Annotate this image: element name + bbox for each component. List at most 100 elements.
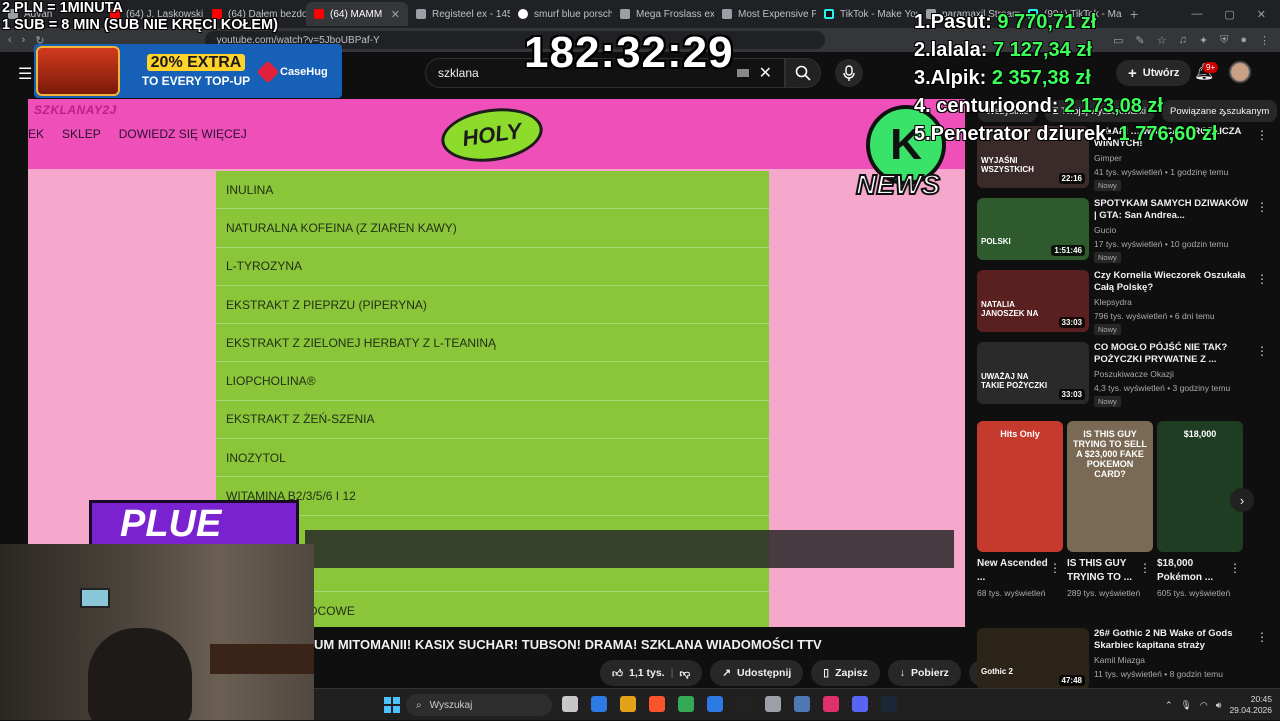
- taskbar-app-icon[interactable]: [881, 696, 897, 712]
- taskbar-app-icon[interactable]: [823, 696, 839, 712]
- volume-icon[interactable]: 🔊︎: [1216, 700, 1222, 711]
- thumbnail-caption: WYJAŚNI WSZYSTKICH: [981, 156, 1034, 174]
- video-duration: 33:03: [1058, 389, 1085, 400]
- leaderboard-row: 2.lalala: 7 127,34 zł: [914, 36, 1280, 64]
- browser-tab[interactable]: Most Expensive Pok: [714, 2, 816, 26]
- share-button[interactable]: ↗ Udostępnij: [710, 660, 804, 686]
- new-badge: Nowy: [1094, 396, 1121, 407]
- shorts-shelf: Hits Only New Ascended ... 68 tys. wyświet…: [977, 421, 1257, 621]
- browser-tab[interactable]: Registeel ex - 145/: [408, 2, 510, 26]
- short-title[interactable]: New Ascended ...: [977, 557, 1051, 585]
- download-button[interactable]: ↓ Pobierz: [887, 660, 961, 686]
- tab-label: (64) MAMM: [330, 8, 383, 20]
- short-thumbnail[interactable]: Hits Only: [977, 421, 1063, 552]
- leaderboard-name: 1.Pasut:: [914, 11, 992, 33]
- video-title: CO MOGŁO PÓJŚĆ NIE TAK? POŻYCZKI PRYWATN…: [1094, 342, 1228, 365]
- more-options-icon[interactable]: ⋮: [1256, 200, 1268, 214]
- taskbar-app-icon[interactable]: [620, 696, 636, 712]
- recommendation-item[interactable]: POLSKI 1:51:46 SPOTYKAM SAMYCH DZIWAKÓW | …: [977, 198, 1272, 263]
- shorts-next-button[interactable]: ›: [1230, 488, 1254, 512]
- video-thumbnail[interactable]: POLSKI 1:51:46: [977, 198, 1089, 260]
- voice-search-button[interactable]: [835, 59, 863, 87]
- donation-leaderboard: 1.Pasut: 9 770,71 zł 2.lalala: 7 127,34 z…: [914, 8, 1280, 148]
- webcam-table: [210, 644, 314, 674]
- mic-icon[interactable]: 🎙︎: [1180, 700, 1191, 711]
- tab-label: Most Expensive Pok: [738, 8, 816, 20]
- thumbs-down-icon[interactable]: 👎︎: [680, 667, 691, 680]
- video-title-text: UM MITOMANII! KASIX SUCHAR! TUBSON! DRAM…: [314, 636, 822, 652]
- clock[interactable]: 20:45 29.04.2026: [1229, 694, 1272, 716]
- browser-tab[interactable]: TikTok - Make Your: [816, 2, 918, 26]
- leaderboard-amount: 9 770,71 zł: [997, 11, 1097, 33]
- search-icon: [795, 65, 811, 81]
- more-options-icon[interactable]: ⋮: [1256, 272, 1268, 286]
- short-thumbnail[interactable]: $18,000: [1157, 421, 1243, 552]
- taskbar-app-icon[interactable]: [649, 696, 665, 712]
- clear-search-icon[interactable]: ✕: [759, 63, 772, 83]
- more-options-icon[interactable]: ⋮: [1256, 344, 1268, 358]
- video-thumbnail[interactable]: NATALIA JANOSZEK NA 33:03: [977, 270, 1089, 332]
- more-options-icon[interactable]: ⋮: [1049, 561, 1061, 575]
- more-options-icon[interactable]: ⋮: [1256, 630, 1268, 644]
- like-count: 1,1 tys.: [628, 667, 665, 679]
- video-thumbnail[interactable]: Gothic 2 47:48: [977, 628, 1089, 690]
- hamburger-menu-icon[interactable]: ☰: [18, 64, 32, 84]
- video-site-nav-item: EK: [28, 127, 45, 141]
- recommendation-item[interactable]: Gothic 2 47:48 26# Gothic 2 NB Wake of God…: [977, 628, 1272, 692]
- browser-tab[interactable]: Mega Froslass ex -: [612, 2, 714, 26]
- casehug-brand-name: CaseHug: [280, 66, 328, 78]
- chevron-up-icon[interactable]: ⌃: [1165, 700, 1173, 711]
- keyboard-icon[interactable]: [736, 69, 749, 77]
- browser-tab[interactable]: (64) MAMM ✕: [306, 2, 408, 26]
- video-meta: 17 tys. wyświetleń • 10 godzin temu: [1094, 239, 1229, 249]
- promo-percent: 20% EXTRA: [146, 54, 246, 71]
- taskbar-app-icon[interactable]: [707, 696, 723, 712]
- video-meta: 796 tys. wyświetleń • 6 dni temu: [1094, 311, 1215, 321]
- video-site-nav-item: DOWIEDZ SIĘ WIĘCEJ: [118, 127, 247, 141]
- recommendation-item[interactable]: UWAŻAJ NA TAKIE POŻYCZKI 33:03 CO MOGŁO PÓ…: [977, 342, 1272, 407]
- bookmark-icon: ▯: [823, 667, 830, 679]
- forward-icon[interactable]: ›: [22, 34, 26, 46]
- video-site-brand: SZKLANAY2J: [34, 103, 117, 117]
- like-button[interactable]: 👍︎ 1,1 tys. | 👎︎: [600, 660, 703, 686]
- taskbar-app-icon[interactable]: [765, 696, 781, 712]
- video-thumbnail[interactable]: UWAŻAJ NA TAKIE POŻYCZKI 33:03: [977, 342, 1089, 404]
- taskbar-app-icon[interactable]: [736, 696, 752, 712]
- video-actions: 👍︎ 1,1 tys. | 👎︎ ↗ Udostępnij ▯ Zapisz ↓ Pobie…: [600, 660, 995, 686]
- download-icon: ↓: [899, 667, 905, 679]
- browser-tab[interactable]: smurf blue porsche: [510, 2, 612, 26]
- channel-name[interactable]: Gimper: [1094, 153, 1249, 163]
- short-title[interactable]: IS THIS GUY TRYING TO ...: [1067, 557, 1141, 585]
- leaderboard-amount: 2 173,08 zł: [1064, 95, 1163, 117]
- webcam-monitor: [80, 588, 110, 608]
- ingredient-row: LIOPCHOLINA®: [216, 362, 769, 401]
- more-options-icon[interactable]: ⋮: [1139, 561, 1151, 575]
- channel-name[interactable]: Klepsydra: [1094, 297, 1249, 307]
- video-title: UM MITOMANII! KASIX SUCHAR! TUBSON! DRAM…: [314, 630, 965, 658]
- save-button[interactable]: ▯ Zapisz: [811, 660, 880, 686]
- close-tab-icon[interactable]: ✕: [391, 8, 400, 21]
- search-button[interactable]: [785, 58, 821, 88]
- channel-name[interactable]: Poszukiwacze Okazji: [1094, 369, 1249, 379]
- channel-name[interactable]: Kamil Miazga: [1094, 655, 1249, 665]
- windows-start-icon[interactable]: [384, 697, 400, 713]
- short-thumbnail[interactable]: IS THIS GUY TRYING TO SELL A $23,000 FAK…: [1067, 421, 1153, 552]
- leaderboard-row: 3.Alpik: 2 357,38 zł: [914, 64, 1280, 92]
- taskbar-app-icon[interactable]: [591, 696, 607, 712]
- taskbar-search[interactable]: ⌕ Wyszukaj: [406, 694, 552, 716]
- new-badge: Nowy: [1094, 252, 1121, 263]
- short-thumbnail-caption: Hits Only: [1000, 429, 1040, 439]
- taskbar-app-icon[interactable]: [678, 696, 694, 712]
- back-icon[interactable]: ‹: [8, 34, 12, 46]
- taskbar-app-icon[interactable]: [794, 696, 810, 712]
- short-thumbnail-caption: $18,000: [1183, 429, 1217, 439]
- ingredient-row: NATURALNA KOFEINA (Z ZIAREN KAWY): [216, 209, 769, 248]
- short-title[interactable]: $18,000 Pokémon ...: [1157, 557, 1231, 585]
- taskbar-app-icon[interactable]: [562, 696, 578, 712]
- recommendation-item[interactable]: NATALIA JANOSZEK NA 33:03 Czy Kornelia Wie…: [977, 270, 1272, 335]
- channel-name[interactable]: Gucio: [1094, 225, 1249, 235]
- wifi-icon[interactable]: ◠: [1200, 700, 1208, 711]
- tab-favicon-icon: [314, 9, 324, 19]
- more-options-icon[interactable]: ⋮: [1229, 561, 1241, 575]
- taskbar-app-icon[interactable]: [852, 696, 868, 712]
